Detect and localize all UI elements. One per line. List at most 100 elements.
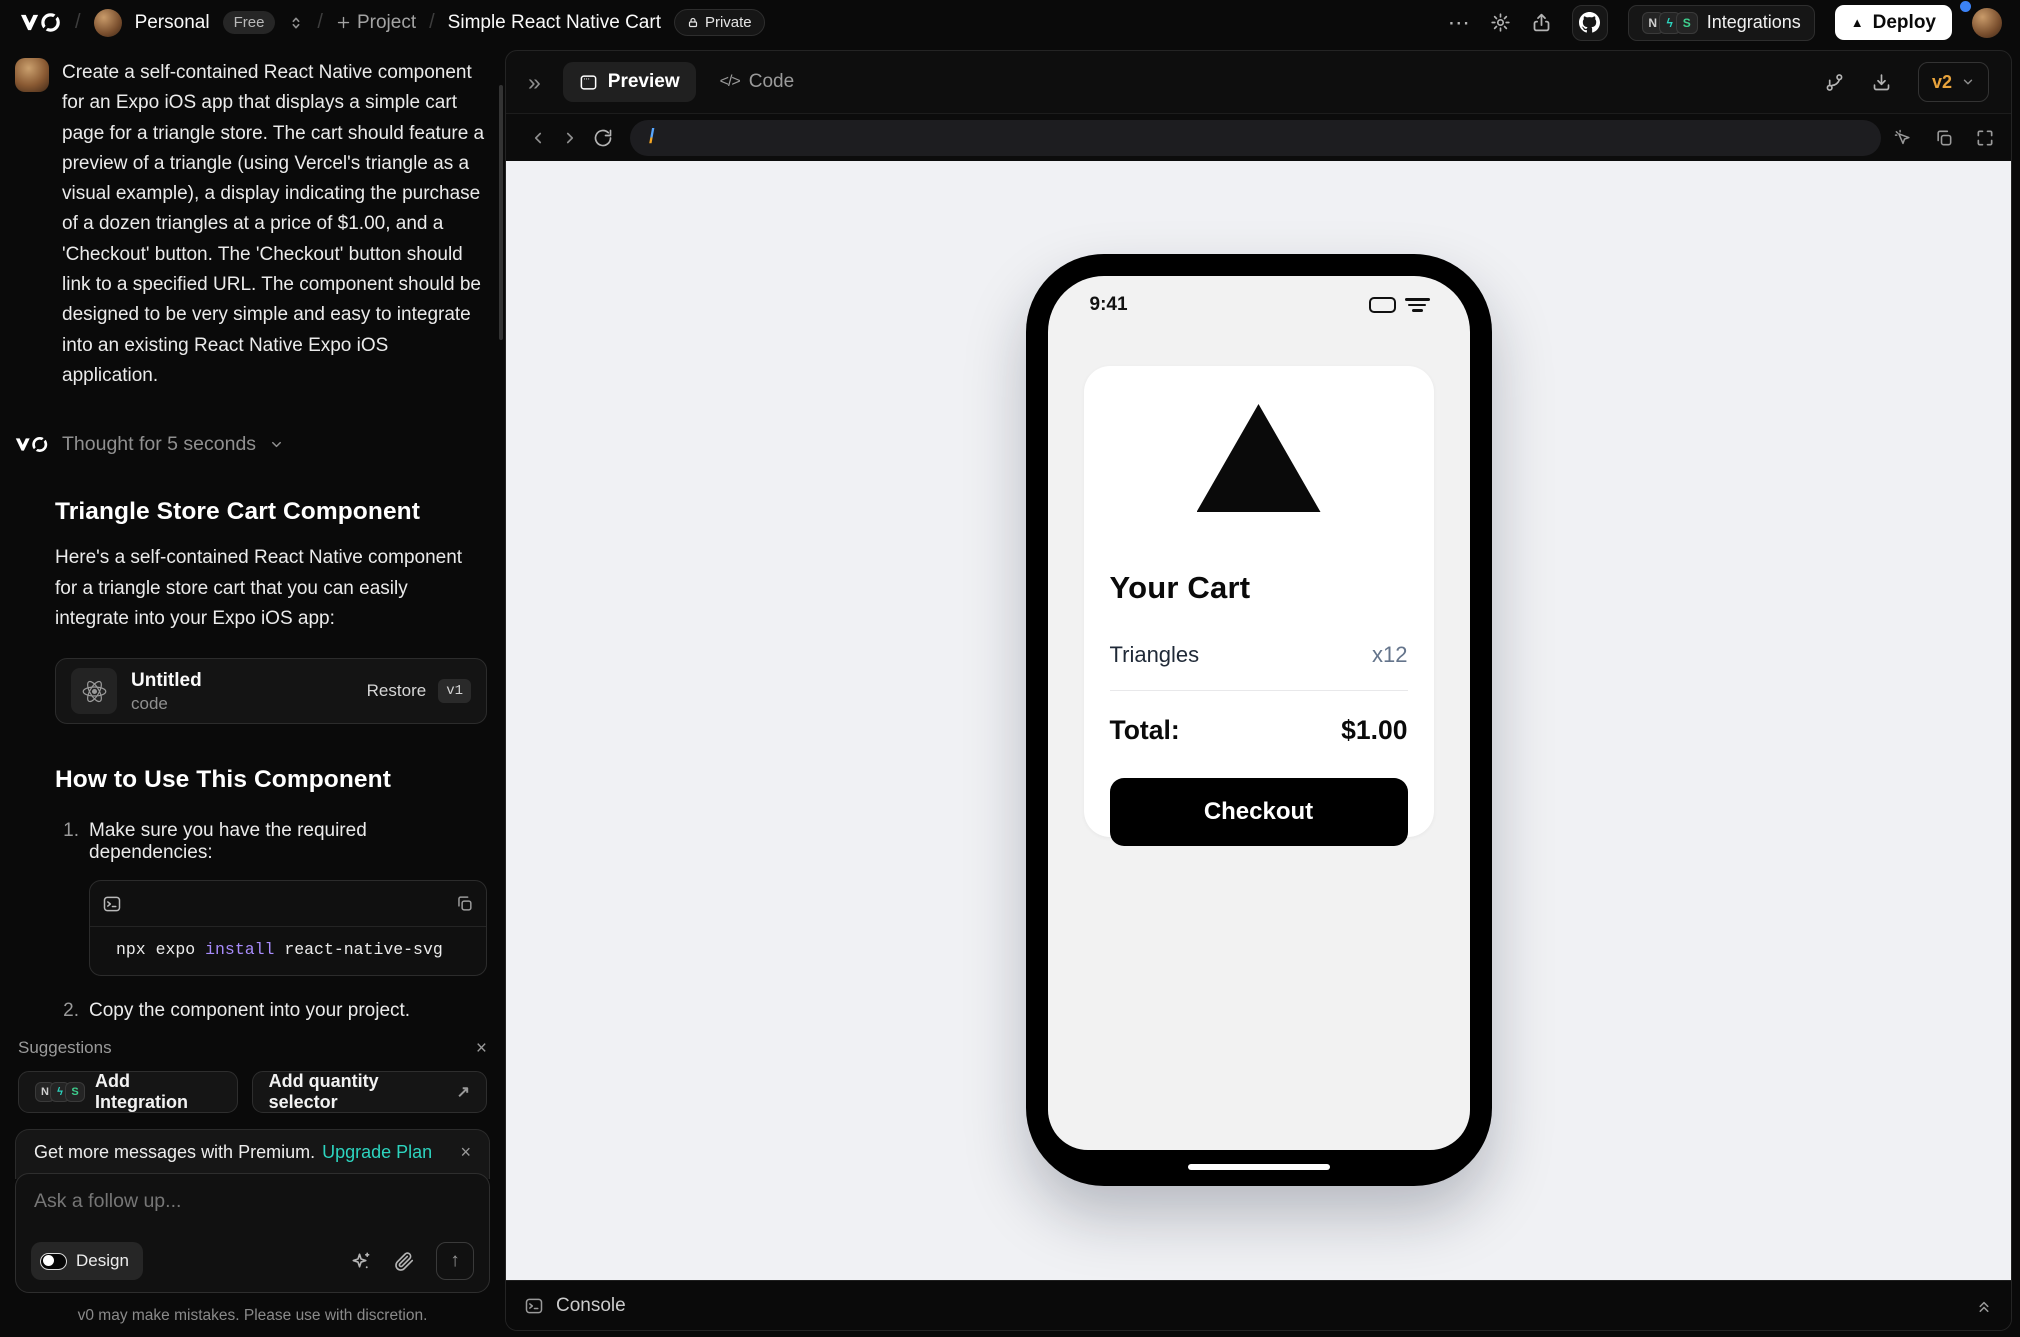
- send-button[interactable]: ↑: [436, 1242, 474, 1280]
- user-message-avatar: [15, 58, 49, 92]
- suggestion-label: Add Integration: [95, 1071, 188, 1112]
- refresh-icon[interactable]: [586, 128, 620, 148]
- duplicate-window-icon[interactable]: [1934, 128, 1954, 148]
- code-block-card[interactable]: Untitled code Restore v1: [55, 658, 487, 725]
- breadcrumb-separator: /: [317, 11, 323, 33]
- suggestion-label: Add quantity selector: [268, 1071, 379, 1112]
- github-button[interactable]: [1571, 4, 1608, 41]
- composer-zone: Get more messages with Premium. Upgrade …: [0, 1123, 505, 1293]
- cart-item-qty: x12: [1372, 642, 1408, 667]
- version-selector[interactable]: v2: [1917, 62, 1989, 102]
- forward-icon[interactable]: [554, 129, 586, 147]
- design-toggle-label: Design: [76, 1251, 129, 1270]
- browser-window-icon: [580, 74, 597, 90]
- cart-total-row: Total: $1.00: [1110, 715, 1408, 746]
- cart-card: Your Cart Triangles x12 Total: $1.00 Che…: [1083, 366, 1434, 846]
- restore-button[interactable]: Restore: [367, 681, 427, 701]
- home-indicator: [1187, 1164, 1330, 1170]
- status-signal-icon: [1404, 298, 1430, 312]
- tab-preview[interactable]: Preview: [562, 62, 696, 102]
- iphone-mockup: 9:41 Your Cart Triangles x12 Total: $1.0…: [1025, 254, 1492, 1186]
- code-card-subtitle: code: [131, 693, 168, 713]
- chat-title[interactable]: Simple React Native Cart: [448, 12, 661, 34]
- attachment-paperclip-icon[interactable]: [393, 1250, 415, 1272]
- breadcrumb-separator: /: [75, 11, 81, 33]
- url-input[interactable]: /: [630, 119, 1881, 156]
- privacy-label: Private: [704, 14, 752, 31]
- list-item: 1. Make sure you have the required depen…: [55, 820, 487, 864]
- team-switcher-icon[interactable]: [288, 15, 304, 31]
- close-icon[interactable]: ×: [476, 1039, 487, 1058]
- download-icon[interactable]: [1871, 72, 1892, 93]
- cart-title: Your Cart: [1109, 570, 1251, 605]
- top-bar: / Personal Free / Project / Simple React…: [0, 0, 2020, 45]
- plan-badge: Free: [222, 11, 276, 34]
- integration-provider-icons: N ϟ S: [1641, 11, 1698, 34]
- phone-status-bar: 9:41: [1048, 276, 1470, 316]
- preview-canvas: 9:41 Your Cart Triangles x12 Total: $1.0…: [506, 161, 2011, 1280]
- expand-console-icon[interactable]: [1975, 1297, 1993, 1315]
- thought-toggle[interactable]: Thought for 5 seconds: [15, 433, 487, 456]
- settings-gear-icon[interactable]: [1490, 12, 1511, 33]
- sparkles-icon[interactable]: [349, 1250, 372, 1273]
- add-quantity-selector-button[interactable]: Add quantity selector ↗: [251, 1071, 487, 1113]
- close-icon[interactable]: ×: [460, 1142, 471, 1163]
- console-label: Console: [556, 1294, 626, 1316]
- more-options-icon[interactable]: ⋯: [1448, 10, 1470, 36]
- divider: [1109, 690, 1408, 691]
- assistant-message: Triangle Store Cart Component Here's a s…: [55, 498, 487, 1028]
- list-item: 2. Copy the component into your project.: [55, 1000, 487, 1022]
- integration-provider-icon: S: [1675, 11, 1698, 34]
- code-token-install: install: [205, 940, 275, 960]
- console-bar[interactable]: Console: [506, 1280, 2011, 1330]
- collapse-sidebar-icon[interactable]: »: [528, 69, 541, 96]
- user-message: Create a self-contained React Native com…: [15, 58, 487, 391]
- privacy-badge[interactable]: Private: [673, 9, 765, 36]
- code-token: react-native-svg: [274, 940, 443, 960]
- fullscreen-icon[interactable]: [1975, 128, 1995, 148]
- user-avatar[interactable]: [1960, 0, 2002, 38]
- followup-input[interactable]: [34, 1190, 471, 1213]
- v0-logo-icon[interactable]: [20, 12, 62, 33]
- github-icon: [1579, 12, 1601, 33]
- howto-steps: 1. Make sure you have the required depen…: [55, 820, 487, 1028]
- step-number: 2.: [63, 1000, 79, 1022]
- code-brackets-icon: </>: [719, 73, 741, 90]
- preview-toolbar: » Preview </> Code v2: [506, 51, 2011, 113]
- arrow-up-right-icon: ↗: [456, 1084, 470, 1101]
- v0-app-window: / Personal Free / Project / Simple React…: [0, 0, 2020, 1337]
- fork-icon[interactable]: [1824, 72, 1845, 93]
- status-time: 9:41: [1089, 294, 1128, 315]
- followup-composer: Design ↑: [15, 1173, 490, 1293]
- notification-dot: [1960, 0, 1971, 12]
- deploy-button[interactable]: ▲ Deploy: [1834, 5, 1952, 40]
- url-path: /: [649, 126, 655, 148]
- chat-sidebar: Create a self-contained React Native com…: [0, 45, 505, 1337]
- team-name[interactable]: Personal: [135, 12, 210, 34]
- step-number: 1.: [63, 820, 79, 842]
- team-avatar[interactable]: [93, 8, 122, 37]
- new-project-button[interactable]: Project: [336, 12, 416, 34]
- scrollbar-thumb[interactable]: [499, 85, 503, 340]
- design-toggle[interactable]: Design: [31, 1242, 143, 1280]
- back-icon[interactable]: [522, 129, 554, 147]
- suggestions-section: Suggestions × N ϟ S Add Integration Add …: [0, 1028, 505, 1123]
- add-integration-button[interactable]: N ϟ S Add Integration: [18, 1071, 238, 1113]
- inspect-cursor-icon[interactable]: [1893, 128, 1913, 148]
- integration-provider-icon: S: [65, 1082, 85, 1102]
- upgrade-plan-link[interactable]: Upgrade Plan: [322, 1142, 432, 1163]
- code-snippet: npx expo install react-native-svg: [90, 927, 486, 975]
- integrations-button[interactable]: N ϟ S Integrations: [1627, 4, 1815, 41]
- suggestions-label: Suggestions: [18, 1038, 112, 1057]
- vercel-triangle-icon: ▲: [1850, 15, 1864, 30]
- cart-item-name: Triangles: [1109, 642, 1200, 667]
- copy-icon[interactable]: [455, 894, 474, 913]
- checkout-button[interactable]: Checkout: [1109, 778, 1408, 846]
- tab-code[interactable]: </> Code: [720, 71, 795, 93]
- status-battery-icon: [1368, 297, 1396, 313]
- share-icon[interactable]: [1531, 12, 1552, 33]
- cart-item-row: Triangles x12: [1110, 642, 1408, 668]
- step-text: Copy the component into your project.: [89, 1000, 411, 1022]
- response-title: Triangle Store Cart Component: [55, 498, 420, 526]
- chevron-down-icon: [269, 437, 284, 452]
